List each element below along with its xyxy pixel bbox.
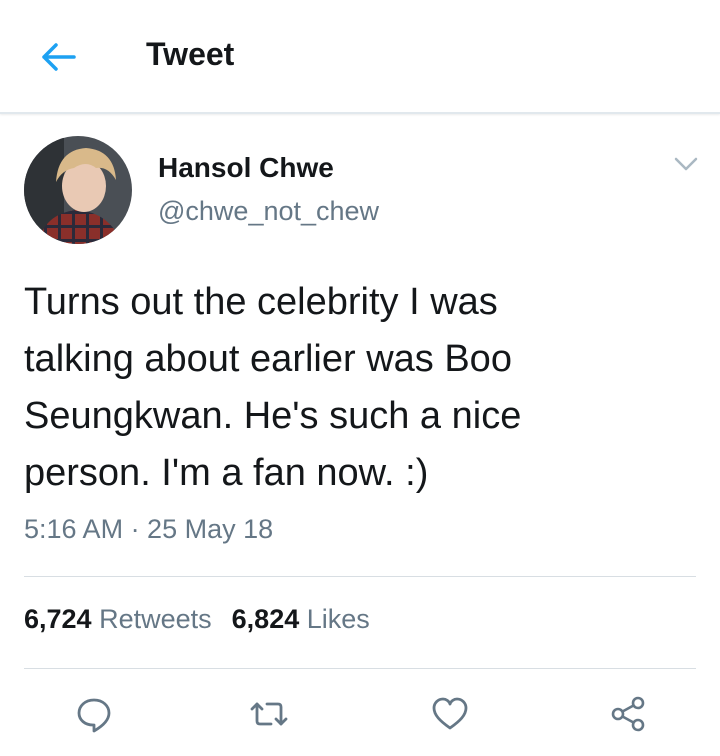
- top-bar: Tweet: [0, 0, 720, 114]
- avatar[interactable]: [24, 136, 132, 244]
- chevron-down-icon[interactable]: [674, 156, 698, 172]
- author-name[interactable]: Hansol Chwe: [158, 152, 334, 184]
- share-button[interactable]: [608, 694, 648, 734]
- retweet-button[interactable]: [249, 694, 289, 734]
- heart-icon: [432, 697, 468, 730]
- tweet-stats: 6,724 Retweets 6,824 Likes: [24, 604, 370, 635]
- like-button[interactable]: [430, 694, 470, 734]
- arrow-left-icon[interactable]: [38, 40, 78, 74]
- author-handle[interactable]: @chwe_not_chew: [158, 196, 379, 227]
- reply-button[interactable]: [74, 694, 114, 734]
- retweets-label: Retweets: [99, 604, 212, 634]
- retweets-count: 6,724: [24, 604, 92, 634]
- share-icon: [611, 696, 645, 732]
- retweet-icon: [250, 702, 288, 726]
- likes-label: Likes: [306, 604, 370, 634]
- likes-count: 6,824: [231, 604, 300, 634]
- page-title: Tweet: [146, 36, 235, 72]
- tweet-text: Turns out the celebrity I was talking ab…: [24, 281, 522, 494]
- retweets-stat[interactable]: 6,724 Retweets: [24, 604, 212, 634]
- divider: [24, 576, 696, 577]
- tweet-timestamp[interactable]: 5:16 AM · 25 May 18: [24, 514, 273, 545]
- speech-bubble-icon: [77, 698, 111, 733]
- likes-stat[interactable]: 6,824 Likes: [232, 604, 370, 634]
- divider: [24, 668, 696, 669]
